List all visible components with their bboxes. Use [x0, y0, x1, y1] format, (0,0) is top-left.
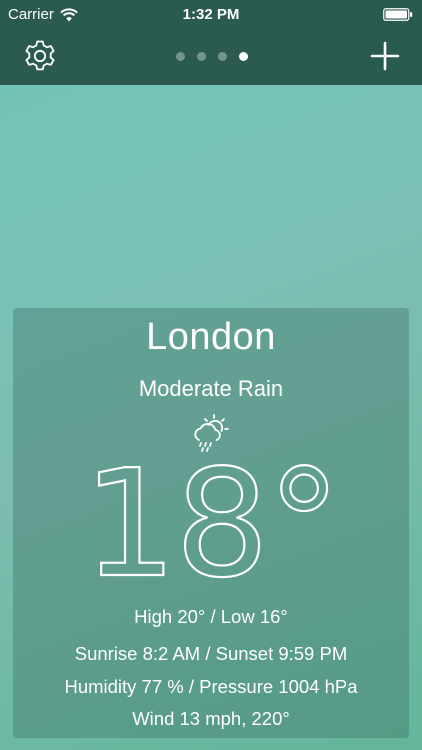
wind-info: Wind 13 mph, 220° — [132, 708, 290, 729]
page-dot[interactable] — [197, 52, 206, 61]
battery-icon — [383, 8, 413, 21]
temperature-value: 18 — [82, 438, 271, 610]
page-dot-active[interactable] — [239, 52, 248, 61]
status-bar: Carrier 1:32 PM — [0, 0, 422, 30]
weather-condition: Moderate Rain — [138, 376, 284, 401]
page-indicator[interactable] — [176, 52, 248, 61]
header: Carrier 1:32 PM — [0, 0, 422, 85]
sunrise-sunset: Sunrise 8:2 AM / Sunset 9:59 PM — [74, 643, 348, 664]
page-dot[interactable] — [176, 52, 185, 61]
page-dot[interactable] — [218, 52, 227, 61]
high-low-temps: High 20° / Low 16° — [134, 606, 288, 627]
weather-card: London Moderate Rain 18° High 20° / Low … — [13, 308, 409, 738]
humidity-pressure: Humidity 77 % / Pressure 1004 hPa — [64, 676, 358, 697]
nav-bar — [0, 30, 422, 85]
degree-symbol: ° — [266, 438, 342, 610]
status-time: 1:32 PM — [182, 6, 240, 23]
temperature-display: 18° — [13, 443, 409, 605]
city-name: London — [146, 316, 276, 358]
plus-icon[interactable] — [370, 41, 400, 71]
gear-icon[interactable] — [22, 38, 58, 74]
weather-screen: Carrier 1:32 PM London Moderate Rain 18°… — [0, 0, 422, 750]
